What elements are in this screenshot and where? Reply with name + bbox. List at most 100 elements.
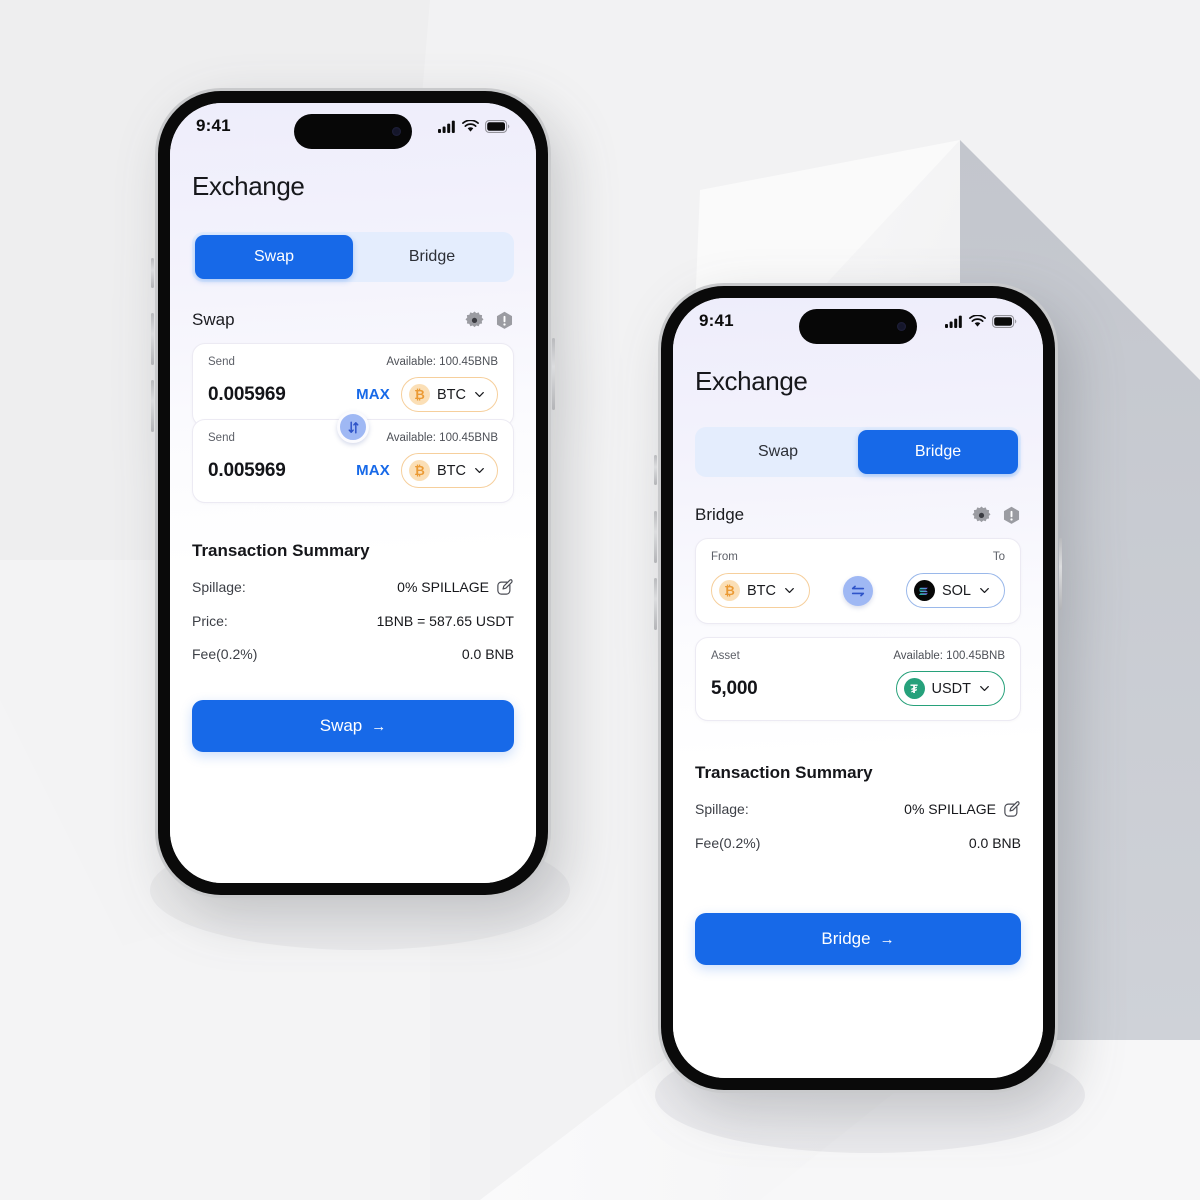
side-button-volume-up[interactable] [654, 511, 657, 563]
summary-title: Transaction Summary [192, 541, 370, 560]
section-title: Swap [192, 310, 235, 329]
summary-value: 0% SPILLAGE [397, 578, 514, 596]
chevron-down-icon [980, 587, 989, 594]
wifi-icon [462, 119, 479, 132]
swap-submit-button[interactable]: Swap → [192, 700, 514, 752]
cta-label: Swap [319, 716, 363, 735]
card-body: 0.005969 MAX ₿ BTC [208, 377, 498, 412]
token-symbol: BTC [747, 582, 776, 599]
side-button-volume-down[interactable] [654, 578, 657, 630]
amount-input[interactable]: 0.005969 [208, 384, 286, 406]
sol-icon [913, 580, 935, 601]
btc-icon: ₿ [409, 460, 430, 481]
battery-icon [992, 314, 1017, 328]
spillage-value: 0% SPILLAGE [397, 579, 489, 595]
cellular-bars-icon [438, 120, 455, 133]
gear-icon[interactable] [972, 505, 991, 525]
field-label: Send [208, 356, 235, 368]
gear-icon[interactable] [465, 310, 484, 330]
tab-bridge[interactable]: Bridge [858, 430, 1018, 474]
bridge-submit-button[interactable]: Bridge → [695, 913, 1021, 965]
side-button-mute[interactable] [151, 258, 154, 288]
card-header: Asset Available: 100.45BNB [711, 650, 1005, 662]
phone-screen-bridge: 9:41 Exchange Swap Bridge Bridge From To… [673, 298, 1043, 1078]
phone-mockup-bridge: 9:41 Exchange Swap Bridge Bridge From To… [654, 283, 1062, 1093]
tab-switcher: Swap Bridge [695, 427, 1021, 477]
swap-direction-button[interactable] [337, 411, 369, 443]
side-button-power[interactable] [552, 338, 555, 410]
phone-body: 9:41 [661, 286, 1055, 1090]
chain-switch-button[interactable] [842, 575, 873, 606]
amount-input[interactable]: 5,000 [711, 678, 758, 700]
phone-body: 9:41 [158, 91, 548, 895]
status-indicators [945, 314, 1017, 328]
page-title: Exchange [695, 366, 808, 396]
summary-key: Spillage: [192, 579, 246, 595]
front-camera-icon [897, 322, 906, 331]
field-label: Asset [711, 650, 740, 662]
summary-row-price: Price: 1BNB = 587.65 USDT [192, 613, 514, 629]
transaction-summary-swap: Transaction Summary Spillage: 0% SPILLAG… [192, 541, 514, 662]
summary-row-fee: Fee(0.2%) 0.0 BNB [192, 646, 514, 662]
amount-input[interactable]: 0.005969 [208, 460, 286, 482]
card-controls: MAX ₿ BTC [356, 377, 498, 412]
btc-icon: ₿ [719, 580, 740, 601]
alert-hexagon-icon[interactable] [1002, 506, 1021, 525]
chevron-down-icon [475, 391, 484, 398]
status-time: 9:41 [699, 311, 734, 330]
side-button-volume-up[interactable] [151, 313, 154, 365]
bridge-asset-card: Asset Available: 100.45BNB 5,000 ₮ USDT [695, 637, 1021, 721]
side-button-volume-down[interactable] [151, 380, 154, 432]
max-button[interactable]: MAX [356, 386, 390, 403]
summary-row-fee: Fee(0.2%) 0.0 BNB [695, 835, 1021, 851]
available-balance: Available: 100.45BNB [893, 650, 1005, 662]
tab-swap[interactable]: Swap [195, 235, 353, 279]
available-balance: Available: 100.45BNB [386, 356, 498, 368]
phone-screen-swap: 9:41 Exchange Swap Bridge Swap Send Avai… [170, 103, 536, 883]
chain-selector-from[interactable]: ₿ BTC [711, 573, 810, 608]
tab-switcher: Swap Bridge [192, 232, 514, 282]
chain-selector-to[interactable]: SOL [905, 573, 1005, 608]
btc-icon: ₿ [409, 384, 430, 405]
summary-value: 0.0 BNB [461, 646, 514, 662]
app-content-swap: Exchange Swap Bridge Swap Send Available… [170, 171, 536, 752]
summary-row-spillage: Spillage: 0% SPILLAGE [695, 800, 1021, 818]
summary-title: Transaction Summary [695, 763, 873, 782]
section-actions [972, 505, 1021, 525]
side-button-mute[interactable] [654, 455, 657, 485]
chain-selector-row: ₿ BTC SOL [711, 573, 1005, 608]
edit-pencil-icon[interactable] [1003, 800, 1021, 818]
token-selector-usdt[interactable]: ₮ USDT [895, 671, 1005, 706]
token-symbol: USDT [931, 680, 971, 697]
max-button[interactable]: MAX [356, 462, 390, 479]
battery-icon [485, 119, 510, 133]
summary-value: 1BNB = 587.65 USDT [376, 613, 514, 629]
to-label: To [992, 551, 1005, 563]
phone-mockup-swap: 9:41 Exchange Swap Bridge Swap Send Avai… [151, 88, 555, 898]
token-symbol: BTC [437, 386, 466, 403]
dynamic-island [294, 114, 412, 149]
side-button-power[interactable] [1059, 538, 1062, 610]
card-header: From To [711, 551, 1005, 563]
edit-pencil-icon[interactable] [496, 578, 514, 596]
alert-hexagon-icon[interactable] [495, 311, 514, 330]
summary-row-spillage: Spillage: 0% SPILLAGE [192, 578, 514, 596]
tab-bridge[interactable]: Bridge [353, 235, 511, 279]
section-actions [465, 310, 514, 330]
summary-key: Fee(0.2%) [192, 646, 258, 662]
token-symbol: SOL [941, 582, 971, 599]
token-selector-btc[interactable]: ₿ BTC [401, 377, 498, 412]
token-selector-btc[interactable]: ₿ BTC [401, 453, 498, 488]
dynamic-island [799, 309, 917, 344]
summary-key: Spillage: [695, 801, 749, 817]
chevron-down-icon [980, 685, 989, 692]
field-label: Send [208, 432, 235, 444]
section-header-bridge: Bridge [695, 505, 1021, 525]
section-title: Bridge [695, 505, 745, 524]
tab-swap[interactable]: Swap [698, 430, 858, 474]
app-content-bridge: Exchange Swap Bridge Bridge From To ₿ BT… [673, 366, 1043, 965]
from-label: From [711, 551, 738, 563]
cta-label: Bridge [821, 929, 871, 948]
transaction-summary-bridge: Transaction Summary Spillage: 0% SPILLAG… [695, 763, 1021, 851]
wifi-icon [969, 314, 986, 327]
